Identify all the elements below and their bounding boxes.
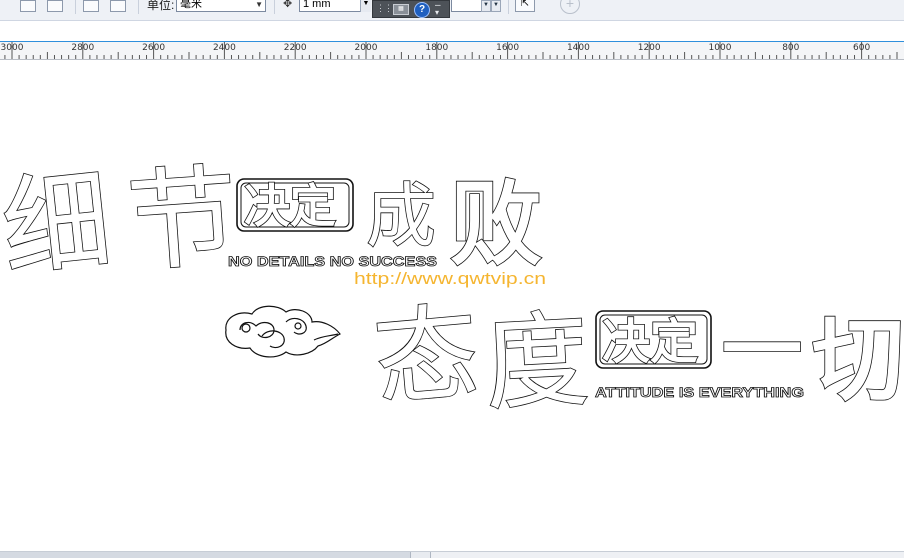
add-icon[interactable]: + xyxy=(560,0,580,14)
calligraphy-char-tai[interactable]: 态 xyxy=(369,290,485,422)
toolbar-separator xyxy=(508,0,509,14)
drawing-canvas[interactable]: 细 节 决定 成 败 NO DETAILS NO SUCCESS http://… xyxy=(0,60,904,550)
chevron-down-icon: ▼ xyxy=(255,0,263,9)
char-cheng[interactable]: 成 xyxy=(365,174,437,258)
property-bar: 单位: 毫米 ▼ ✥ 1 mm ▼ ⋮⋮ ▦ ? ‒ ▾ ▼ ▼ ⇱ + xyxy=(0,0,904,21)
landscape-page-button[interactable] xyxy=(47,0,63,12)
box2-text[interactable]: 决定 xyxy=(601,313,699,371)
subtitle-no-details[interactable]: NO DETAILS NO SUCCESS xyxy=(228,253,438,270)
ruler-label: 3000 xyxy=(0,43,24,53)
ruler-label: 1600 xyxy=(496,43,520,53)
box1-text[interactable]: 决定 xyxy=(243,178,337,234)
toolbar-separator xyxy=(274,0,275,14)
units-value: 毫米 xyxy=(180,0,202,10)
grip-handle-icon[interactable]: ⋮⋮ xyxy=(376,3,393,14)
scrollbar-thumb[interactable] xyxy=(430,552,904,558)
portrait-page-button[interactable] xyxy=(20,0,36,12)
char-qie[interactable]: 切 xyxy=(811,306,904,415)
units-dropdown[interactable]: 毫米 ▼ xyxy=(176,0,266,12)
page-tab-area[interactable] xyxy=(0,552,411,558)
calligraphy-char-xi[interactable]: 细 xyxy=(0,157,118,294)
char-bai[interactable]: 败 xyxy=(449,170,543,279)
options-arrow-icon[interactable]: ▾ xyxy=(435,8,439,17)
ruler-label: 1400 xyxy=(566,43,590,53)
nudge-distance-input[interactable]: 1 mm ▼ xyxy=(299,0,371,12)
help-icon[interactable]: ? xyxy=(414,2,430,18)
ruler-label: 1800 xyxy=(425,43,449,53)
nudge-distance-value: 1 mm xyxy=(303,0,331,10)
ruler-label: 600 xyxy=(853,43,871,53)
ruler-label: 1200 xyxy=(637,43,661,53)
calligraphy-char-jie[interactable]: 节 xyxy=(123,151,243,288)
toolbar-separator xyxy=(75,0,76,14)
floating-mini-toolbar: ⋮⋮ ▦ ? ‒ ▾ xyxy=(372,0,450,18)
ruler-label: 1000 xyxy=(708,43,732,53)
cloud-ornament[interactable] xyxy=(225,305,341,358)
ruler-label: 2400 xyxy=(212,43,236,53)
current-page-button[interactable] xyxy=(110,0,126,12)
duplicate-distance-input[interactable]: ▼ ▼ xyxy=(451,0,501,12)
ruler-label: 2800 xyxy=(71,43,95,53)
nudge-distance-icon: ✥ xyxy=(283,0,293,10)
subtitle-attitude[interactable]: ATTITUDE IS EVERYTHING xyxy=(595,384,805,401)
spin-down-icon[interactable]: ▼ xyxy=(481,0,491,12)
units-label: 单位: xyxy=(147,0,175,12)
all-pages-button[interactable] xyxy=(83,0,99,12)
toolbar-separator xyxy=(138,0,139,14)
horizontal-ruler[interactable]: 3000 2800 2600 2400 2200 2000 1800 1600 1400 1200… xyxy=(0,42,904,60)
artwork-svg: 细 节 决定 成 败 NO DETAILS NO SUCCESS http://… xyxy=(0,151,904,427)
spin-down-icon[interactable]: ▼ xyxy=(360,0,371,12)
ruler-label: 2000 xyxy=(354,43,378,53)
watermark-url: http://www.qwtvip.cn xyxy=(354,269,546,288)
pointer-settings-icon[interactable]: ⇱ xyxy=(515,0,535,12)
ruler-label: 2600 xyxy=(142,43,166,53)
keyboard-icon[interactable]: ▦ xyxy=(393,4,409,15)
ruler-ticks xyxy=(4,42,898,59)
ruler-label: 2200 xyxy=(283,43,307,53)
calligraphy-char-du[interactable]: 度 xyxy=(481,298,593,427)
spin-down-icon[interactable]: ▼ xyxy=(491,0,501,12)
ruler-label: 800 xyxy=(782,43,800,53)
